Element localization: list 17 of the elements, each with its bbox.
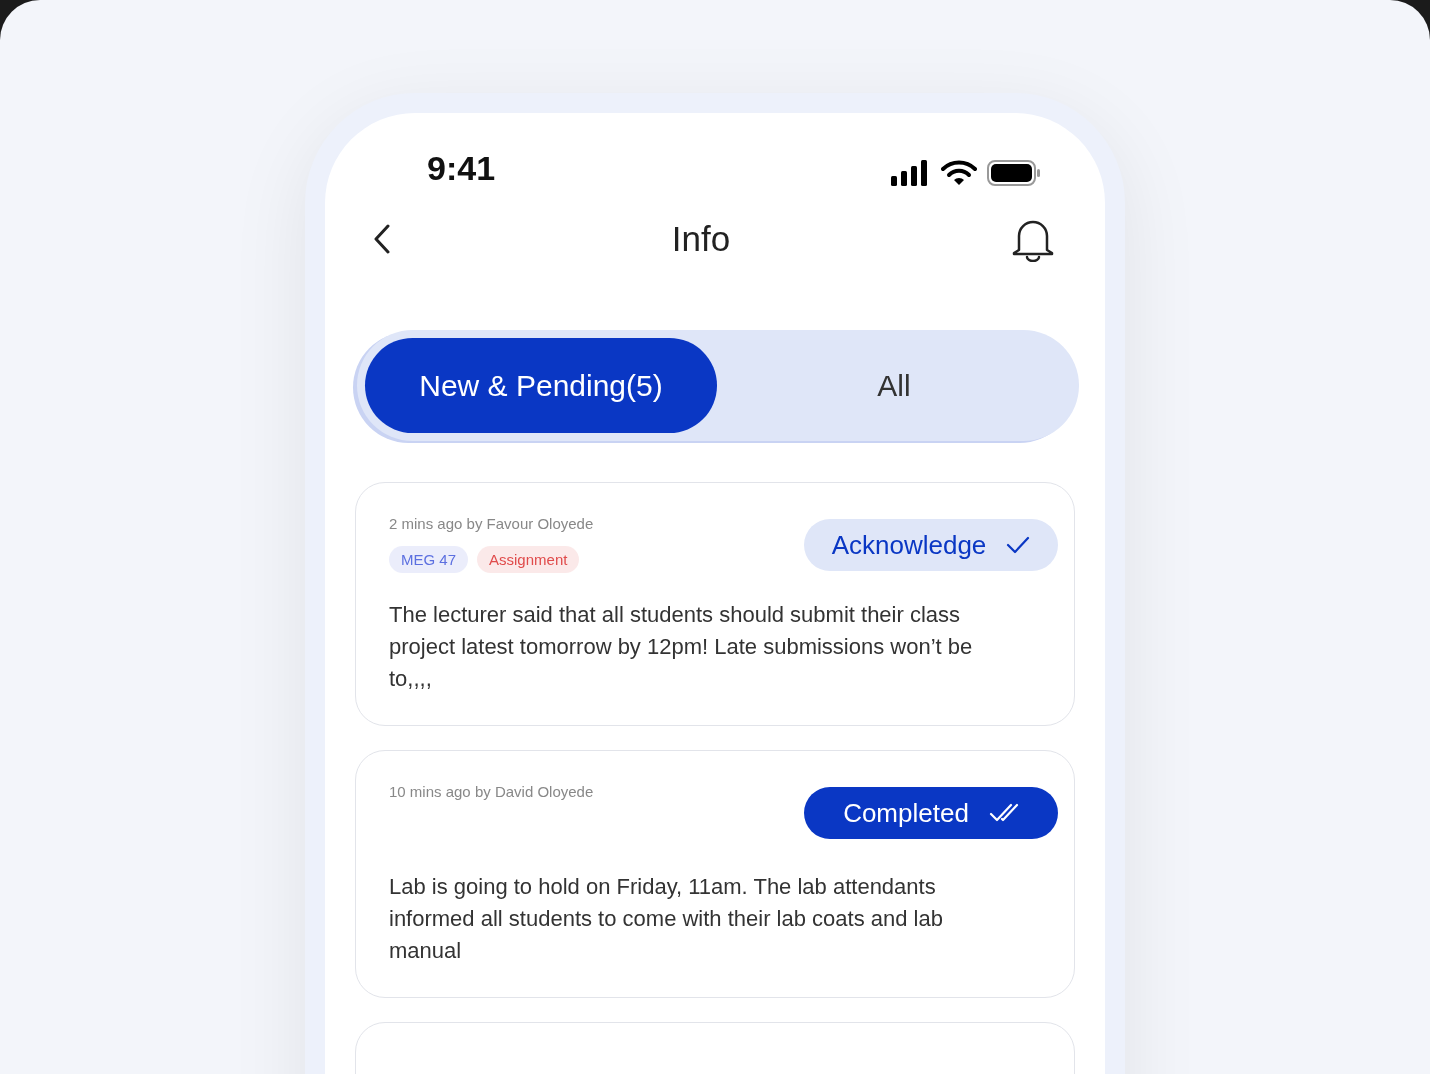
battery-icon: [987, 159, 1041, 186]
tag: MEG 47: [389, 546, 469, 573]
back-icon[interactable]: [373, 224, 391, 254]
double-check-icon: [988, 803, 1019, 823]
status-time: 9:41: [427, 149, 496, 188]
tag: Assignment: [477, 546, 580, 573]
filter-tab[interactable]: All: [717, 338, 1071, 433]
page-title: Info: [671, 219, 731, 259]
message-text: The lecturer said that all students should submit their class project latest tomorrow by 12pm! Late submissions won’t be to,,,,: [389, 601, 974, 693]
message-text: Lab is going to hold on Friday, 11am. The lab attendants informed all students to come with their lab coats and lab manual: [389, 873, 944, 965]
check-icon: [1006, 535, 1031, 555]
wifi-icon: [941, 159, 977, 186]
message-meta: 2 mins ago by Favour Oloyede: [389, 515, 594, 532]
message-meta: 10 mins ago by David Oloyede: [389, 783, 594, 800]
status-button[interactable]: Acknowledge: [804, 519, 1058, 571]
filter-tab[interactable]: New & Pending(5): [365, 338, 717, 433]
status-button[interactable]: Completed: [804, 787, 1058, 839]
